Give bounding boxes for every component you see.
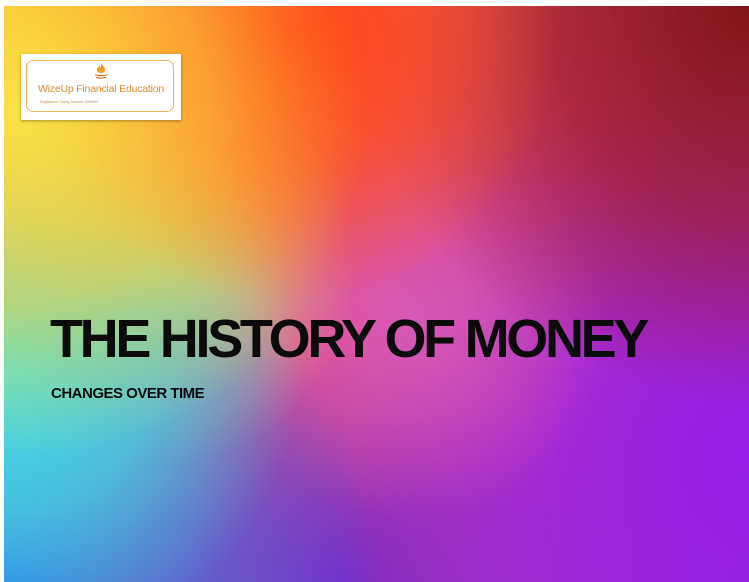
slide-subtitle: CHANGES OVER TIME: [51, 385, 205, 402]
logo-name: WizeUp Financial Education: [37, 83, 165, 95]
page: WizeUp Financial Education Registered Ch…: [0, 0, 749, 582]
slide-title: THE HISTORY OF MONEY: [50, 309, 649, 369]
flame-icon: [95, 63, 107, 79]
title-slide: WizeUp Financial Education Registered Ch…: [4, 6, 749, 582]
logo-registration-text: Registered Charity Number 1188699: [40, 100, 99, 104]
logo-card: WizeUp Financial Education Registered Ch…: [21, 54, 181, 120]
